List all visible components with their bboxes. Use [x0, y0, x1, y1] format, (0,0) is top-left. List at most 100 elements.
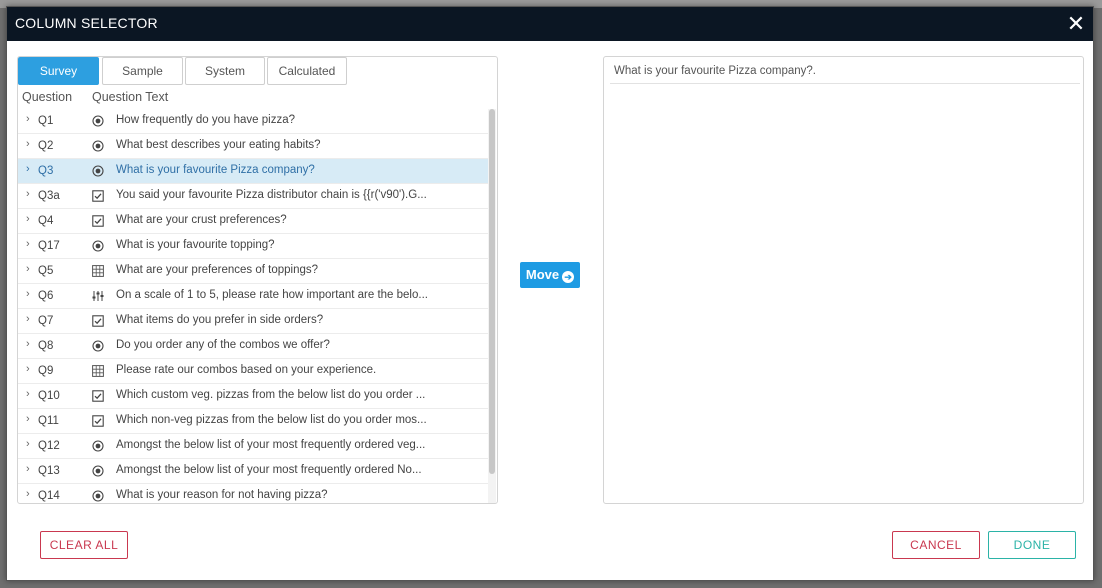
- radio-icon: [92, 140, 104, 152]
- tab-calculated[interactable]: Calculated: [267, 57, 347, 85]
- selected-column-item[interactable]: What is your favourite Pizza company?.: [610, 65, 1080, 84]
- column-selector-dialog: COLUMN SELECTOR ✕ Survey Sample System C…: [6, 6, 1094, 581]
- checkbox-icon: [92, 215, 104, 227]
- question-text: On a scale of 1 to 5, please rate how im…: [116, 289, 428, 301]
- question-row[interactable]: › Q5 What are your preferences of toppings…: [18, 259, 488, 284]
- question-id: Q5: [38, 265, 54, 277]
- question-text: What items do you prefer in side orders?: [116, 314, 324, 326]
- radio-icon: [92, 440, 104, 452]
- question-text: Do you order any of the combos we offer?: [116, 339, 330, 351]
- question-text: Amongst the below list of your most freq…: [116, 464, 422, 476]
- chevron-right-icon[interactable]: ›: [26, 388, 30, 400]
- radio-icon: [92, 340, 104, 352]
- question-id: Q13: [38, 465, 60, 477]
- question-list-panel: Survey Sample System Calculated Question…: [17, 56, 498, 504]
- chevron-right-icon[interactable]: ›: [26, 338, 30, 350]
- chevron-right-icon[interactable]: ›: [26, 138, 30, 150]
- question-row[interactable]: › Q6 On a scale of 1 to 5, please rate how…: [18, 284, 488, 309]
- chevron-right-icon[interactable]: ›: [26, 263, 30, 275]
- radio-icon: [92, 240, 104, 252]
- question-id: Q6: [38, 290, 54, 302]
- question-row[interactable]: › Q3a You said your favourite Pizza distri…: [18, 184, 488, 209]
- chevron-right-icon[interactable]: ›: [26, 363, 30, 375]
- question-text: Which custom veg. pizzas from the below …: [116, 389, 426, 401]
- question-row[interactable]: › Q14 What is your reason for not having p…: [18, 484, 488, 503]
- question-row[interactable]: › Q4 What are your crust preferences?: [18, 209, 488, 234]
- question-row[interactable]: › Q17 What is your favourite topping?: [18, 234, 488, 259]
- question-id: Q7: [38, 315, 54, 327]
- grid-icon: [92, 265, 104, 277]
- question-id: Q4: [38, 215, 54, 227]
- question-list-scrollbar[interactable]: [488, 109, 496, 503]
- chevron-right-icon[interactable]: ›: [26, 163, 30, 175]
- question-row[interactable]: › Q13 Amongst the below list of your most …: [18, 459, 488, 484]
- radio-icon: [92, 465, 104, 477]
- question-row[interactable]: › Q12 Amongst the below list of your most …: [18, 434, 488, 459]
- question-text: Amongst the below list of your most freq…: [116, 439, 426, 451]
- radio-icon: [92, 165, 104, 177]
- done-button[interactable]: DONE: [988, 531, 1076, 559]
- checkbox-icon: [92, 390, 104, 402]
- arrow-right-circle-icon: ➔: [562, 271, 575, 283]
- question-row[interactable]: › Q3 What is your favourite Pizza company?: [18, 159, 488, 184]
- question-id: Q11: [38, 415, 59, 427]
- question-id: Q10: [38, 390, 60, 402]
- dialog-header: COLUMN SELECTOR ✕: [7, 7, 1093, 41]
- question-text: How frequently do you have pizza?: [116, 114, 295, 126]
- question-id: Q3a: [38, 190, 60, 202]
- question-row[interactable]: › Q9 Please rate our combos based on your …: [18, 359, 488, 384]
- chevron-right-icon[interactable]: ›: [26, 313, 30, 325]
- cancel-button[interactable]: CANCEL: [892, 531, 980, 559]
- checkbox-icon: [92, 315, 104, 327]
- question-id: Q14: [38, 490, 60, 502]
- chevron-right-icon[interactable]: ›: [26, 188, 30, 200]
- question-row[interactable]: › Q2 What best describes your eating habit…: [18, 134, 488, 159]
- chevron-right-icon[interactable]: ›: [26, 413, 30, 425]
- question-id: Q17: [38, 240, 60, 252]
- checkbox-icon: [92, 415, 104, 427]
- source-tabs: Survey Sample System Calculated: [18, 57, 497, 85]
- question-row[interactable]: › Q1 How frequently do you have pizza?: [18, 109, 488, 134]
- question-text: What is your reason for not having pizza…: [116, 489, 328, 501]
- chevron-right-icon[interactable]: ›: [26, 438, 30, 450]
- chevron-right-icon[interactable]: ›: [26, 288, 30, 300]
- chevron-right-icon[interactable]: ›: [26, 238, 30, 250]
- chevron-right-icon[interactable]: ›: [26, 488, 30, 500]
- question-id: Q8: [38, 340, 54, 352]
- question-row[interactable]: › Q7 What items do you prefer in side orde…: [18, 309, 488, 334]
- question-text: What are your preferences of toppings?: [116, 264, 319, 276]
- tab-sample[interactable]: Sample: [102, 57, 183, 85]
- question-text: What best describes your eating habits?: [116, 139, 321, 151]
- column-header-question: Question: [22, 90, 73, 104]
- radio-icon: [92, 115, 104, 127]
- radio-icon: [92, 490, 104, 502]
- clear-all-button[interactable]: CLEAR ALL: [40, 531, 128, 559]
- move-button-label: Move: [525, 267, 560, 282]
- question-text: Please rate our combos based on your exp…: [116, 364, 377, 376]
- question-row[interactable]: › Q11 Which non-veg pizzas from the below …: [18, 409, 488, 434]
- tab-system[interactable]: System: [185, 57, 265, 85]
- chevron-right-icon[interactable]: ›: [26, 113, 30, 125]
- dialog-title: COLUMN SELECTOR: [15, 15, 158, 31]
- question-id: Q9: [38, 365, 54, 377]
- question-row[interactable]: › Q8 Do you order any of the combos we off…: [18, 334, 488, 359]
- question-id: Q3: [38, 165, 54, 177]
- scrollbar-thumb[interactable]: [489, 109, 495, 474]
- question-text: What are your crust preferences?: [116, 214, 287, 226]
- move-button[interactable]: Move ➔: [520, 262, 580, 288]
- chevron-right-icon[interactable]: ›: [26, 213, 30, 225]
- selected-columns-panel: What is your favourite Pizza company?.: [603, 56, 1084, 504]
- question-id: Q12: [38, 440, 60, 452]
- question-row[interactable]: › Q10 Which custom veg. pizzas from the be…: [18, 384, 488, 409]
- checkbox-icon: [92, 190, 104, 202]
- close-icon[interactable]: ✕: [1065, 13, 1087, 35]
- question-text: You said your favourite Pizza distributo…: [116, 189, 427, 201]
- chevron-right-icon[interactable]: ›: [26, 463, 30, 475]
- question-text: What is your favourite Pizza company?: [116, 164, 315, 176]
- question-text: What is your favourite topping?: [116, 239, 275, 251]
- list-column-headers: Question Question Text: [18, 88, 497, 108]
- question-text: Which non-veg pizzas from the below list…: [116, 414, 427, 426]
- tab-survey[interactable]: Survey: [18, 57, 99, 85]
- column-header-question-text: Question Text: [92, 90, 169, 104]
- grid-icon: [92, 365, 104, 377]
